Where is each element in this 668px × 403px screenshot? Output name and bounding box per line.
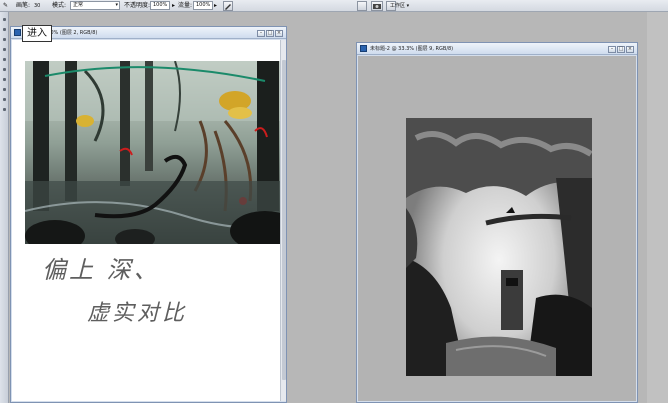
grayscale-sketch — [406, 118, 592, 376]
tool-dot[interactable] — [3, 68, 6, 71]
options-bar: ✎ 画笔: 30 模式: 正常 ▾ 不透明度: 100% ▸ 流量: 100% … — [0, 0, 668, 12]
opacity-dropdown-icon[interactable]: ▸ — [172, 1, 175, 11]
tool-dot[interactable] — [3, 108, 6, 111]
airbrush-toggle[interactable] — [223, 1, 233, 11]
mode-select[interactable]: 正常 ▾ — [70, 1, 120, 10]
minimize-button[interactable]: – — [608, 46, 616, 53]
opacity-field-value: 100% — [153, 2, 168, 8]
airbrush-icon — [225, 4, 231, 10]
handwritten-note-1: 偏上 深、 — [42, 256, 161, 284]
brush-label: 画笔: — [16, 2, 31, 9]
right-canvas-area[interactable] — [358, 56, 636, 401]
tool-dot[interactable] — [3, 58, 6, 61]
right-window-title: 未标题-2 @ 33.3% (图层 9, RGB/8) — [370, 46, 454, 52]
left-window-scrollbar[interactable] — [280, 40, 286, 401]
close-button[interactable]: × — [626, 46, 634, 53]
chevron-down-icon: ▾ — [115, 2, 118, 8]
close-button[interactable]: × — [275, 30, 283, 37]
left-canvas[interactable]: 偏上 深、 虚实对比 — [12, 40, 280, 401]
left-window-titlebar[interactable]: 未标题 @ 50% (图层 2, RGB/8) – □ × — [11, 27, 286, 39]
flow-label: 流量: — [178, 2, 193, 9]
flow-dropdown-icon[interactable]: ▸ — [214, 1, 217, 11]
handwritten-note-2: 虚实对比 — [87, 301, 188, 326]
tools-strip — [0, 12, 9, 403]
workspace-menu[interactable]: 工作区 ▾ — [390, 1, 420, 11]
tool-dot[interactable] — [3, 78, 6, 81]
tool-dot[interactable] — [3, 18, 6, 21]
flow-field-value: 100% — [196, 2, 211, 8]
bridge-icon[interactable] — [357, 1, 367, 11]
tool-dot[interactable] — [3, 28, 6, 31]
window-controls: – □ × — [256, 29, 283, 37]
scrollbar-thumb[interactable] — [282, 60, 286, 380]
tool-dot[interactable] — [3, 48, 6, 51]
tooltip: 进入 — [22, 25, 52, 42]
tool-dot[interactable] — [3, 98, 6, 101]
right-document-window[interactable]: 未标题-2 @ 33.3% (图层 9, RGB/8) – □ × — [356, 42, 638, 403]
opacity-label: 不透明度: — [124, 2, 151, 9]
mode-select-value: 正常 — [73, 2, 84, 8]
brush-tool-icon[interactable]: ✎ — [3, 1, 8, 11]
document-icon — [14, 29, 21, 36]
camera-icon[interactable] — [371, 1, 383, 11]
forest-painting — [25, 61, 280, 244]
tool-dot[interactable] — [3, 88, 6, 91]
window-controls: – □ × — [607, 45, 634, 53]
right-panel-edge — [647, 12, 668, 403]
brush-size-value[interactable]: 30 — [34, 1, 40, 11]
minimize-button[interactable]: – — [257, 30, 265, 37]
mode-label: 模式: — [52, 2, 67, 9]
opacity-field[interactable]: 100% — [150, 1, 170, 10]
document-icon — [360, 45, 367, 52]
maximize-button[interactable]: □ — [266, 30, 274, 37]
left-document-window[interactable]: 未标题 @ 50% (图层 2, RGB/8) – □ × 偏上 深、 虚实对比 — [10, 26, 287, 403]
flow-field[interactable]: 100% — [193, 1, 213, 10]
right-window-titlebar[interactable]: 未标题-2 @ 33.3% (图层 9, RGB/8) – □ × — [357, 43, 637, 55]
tool-dot[interactable] — [3, 38, 6, 41]
maximize-button[interactable]: □ — [617, 46, 625, 53]
